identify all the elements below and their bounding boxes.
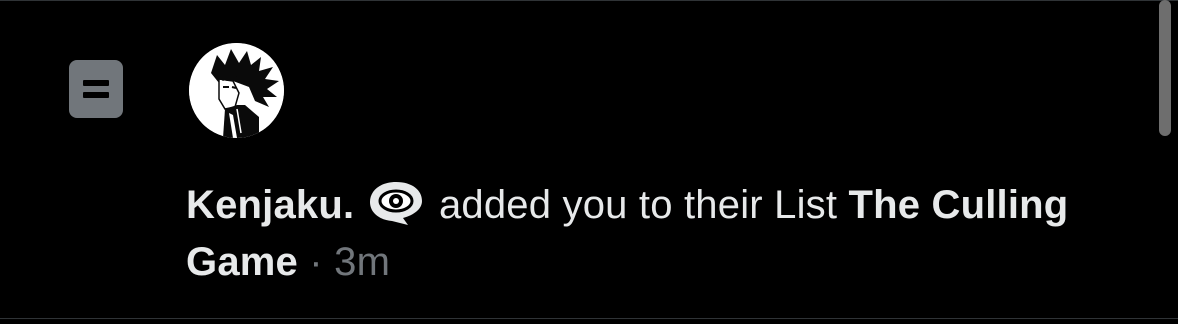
timestamp: 3m bbox=[334, 240, 391, 284]
avatar-portrait-icon bbox=[189, 43, 284, 138]
top-divider bbox=[0, 0, 1178, 1]
scrollbar-thumb[interactable] bbox=[1159, 0, 1171, 136]
action-text: added you to their List bbox=[427, 183, 849, 227]
notification-message: Kenjaku. added you to their List The Cul… bbox=[186, 177, 1086, 291]
notification-item[interactable]: Kenjaku. added you to their List The Cul… bbox=[0, 0, 1178, 324]
list-icon bbox=[69, 60, 123, 118]
avatar[interactable] bbox=[189, 43, 284, 138]
separator-dot: · bbox=[297, 240, 335, 284]
user-name-link[interactable]: Kenjaku. bbox=[186, 183, 354, 227]
bottom-divider bbox=[0, 318, 1178, 319]
eye-in-speech-bubble-icon bbox=[368, 180, 424, 226]
